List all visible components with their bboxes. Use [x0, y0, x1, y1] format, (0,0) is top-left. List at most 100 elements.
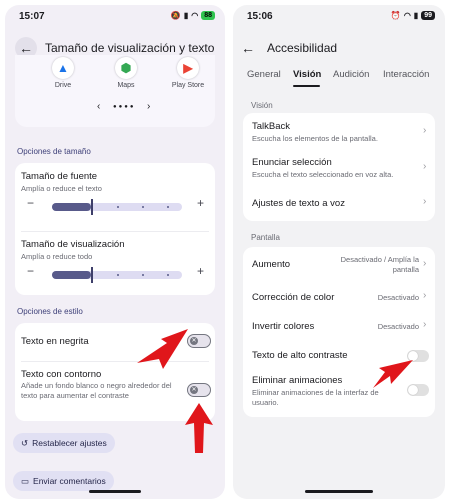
- slider-fill: [52, 203, 91, 211]
- play-store-icon: ▶: [177, 57, 199, 79]
- chevron-right-icon: ›: [423, 258, 427, 269]
- close-icon: ✕: [190, 337, 198, 345]
- status-time: 15:06: [247, 11, 273, 22]
- select-to-speak-subtitle: Escucha el texto seleccionado en voz alt…: [252, 170, 394, 179]
- slider-tick: [117, 206, 119, 208]
- outline-text-title: Texto con contorno: [21, 369, 102, 380]
- chevron-right-icon: ›: [423, 319, 427, 330]
- font-size-subtitle: Amplía o reduce el texto: [21, 184, 102, 193]
- screen-card: Aumento Desactivado / Amplía la pantalla…: [243, 247, 435, 417]
- send-feedback-button[interactable]: ▭ Enviar comentarios: [13, 471, 114, 491]
- invert-colors-item[interactable]: Invertir colores Desactivado ›: [243, 313, 435, 341]
- status-bar: 15:07 🔕 ▮ ◠ 88: [5, 5, 225, 27]
- bold-text-toggle[interactable]: ✕: [187, 334, 211, 348]
- slider-tick: [167, 206, 169, 208]
- reset-settings-label: Restablecer ajustes: [32, 438, 107, 448]
- tts-settings-item[interactable]: Ajustes de texto a voz ›: [243, 189, 435, 219]
- tab-vision[interactable]: Visión: [293, 69, 321, 80]
- magnification-item[interactable]: Aumento Desactivado / Amplía la pantalla…: [243, 247, 435, 281]
- chevron-right-icon: ›: [423, 196, 427, 207]
- red-arrow-annotation: [185, 403, 213, 453]
- mute-icon: 🔕: [170, 11, 181, 20]
- tab-interaction[interactable]: Interacción: [383, 69, 429, 80]
- send-feedback-label: Enviar comentarios: [33, 476, 106, 486]
- display-size-subtitle: Amplía o reduce todo: [21, 252, 93, 261]
- status-icons: 🔕 ▮ ◠ 88: [171, 11, 215, 20]
- drive-icon: ▲: [52, 57, 74, 79]
- close-icon: ✕: [190, 386, 198, 394]
- status-icons: ⏰ ◠ ▮ 99: [391, 11, 435, 20]
- vision-section-heading: Visión: [251, 101, 273, 110]
- tab-general[interactable]: General: [247, 69, 281, 80]
- slider-fill: [52, 271, 91, 279]
- signal-icon: ▮: [183, 11, 189, 20]
- invert-colors-title: Invertir colores: [252, 321, 315, 332]
- chevron-right-icon[interactable]: ›: [147, 101, 150, 112]
- battery-level: 99: [421, 11, 435, 20]
- font-size-title: Tamaño de fuente: [21, 171, 98, 182]
- slider-tick: [167, 274, 169, 276]
- outline-text-toggle[interactable]: ✕: [187, 383, 211, 397]
- plus-icon[interactable]: +: [197, 264, 204, 278]
- magnification-value: Desactivado / Amplía la pantalla: [340, 255, 419, 274]
- slider-tick: [142, 274, 144, 276]
- bold-text-title: Texto en negrita: [21, 336, 89, 347]
- page-title: Accesibilidad: [267, 41, 338, 55]
- slider-tick: [142, 206, 144, 208]
- page-title: Tamaño de visualización y texto: [45, 41, 215, 55]
- talkback-item[interactable]: TalkBack Escucha los elementos de la pan…: [243, 113, 435, 149]
- divider: [21, 231, 209, 232]
- select-to-speak-item[interactable]: Enunciar selección Escucha el texto sele…: [243, 151, 435, 187]
- app-label-play-store: Play Store: [171, 82, 205, 89]
- display-size-slider[interactable]: [52, 267, 182, 283]
- wifi-icon: ◠: [403, 11, 411, 20]
- minus-icon[interactable]: −: [27, 264, 34, 278]
- battery-level: 88: [201, 11, 215, 20]
- outline-text-subtitle: Añade un fondo blanco o negro alrededor …: [21, 381, 172, 400]
- color-correction-value: Desactivado: [377, 293, 419, 302]
- accessibility-settings-screen: 15:06 ⏰ ◠ ▮ 99 ← Accesibilidad General V…: [233, 5, 445, 499]
- active-tab-indicator: [293, 85, 320, 87]
- app-label-drive: Drive: [54, 82, 72, 89]
- minus-icon[interactable]: −: [27, 196, 34, 210]
- signal-icon: ▮: [413, 11, 419, 20]
- select-to-speak-title: Enunciar selección: [252, 157, 332, 168]
- invert-colors-value: Desactivado: [377, 322, 419, 331]
- reset-settings-button[interactable]: ↺ Restablecer ajustes: [13, 433, 115, 453]
- page-indicator: ●●●●: [113, 104, 136, 110]
- tts-settings-title: Ajustes de texto a voz: [252, 198, 345, 209]
- talkback-title: TalkBack: [252, 121, 291, 132]
- alarm-off-icon: ⏰: [390, 11, 401, 20]
- reset-icon: ↺: [21, 437, 29, 448]
- status-time: 15:07: [19, 11, 45, 22]
- chevron-right-icon: ›: [423, 161, 427, 172]
- app-label-maps: Maps: [117, 82, 135, 89]
- style-options-heading: Opciones de estilo: [17, 307, 83, 316]
- app-bar: ← Accesibilidad: [233, 35, 445, 61]
- chevron-right-icon: ›: [423, 125, 427, 136]
- size-options-card: Tamaño de fuente Amplía o reduce el text…: [15, 163, 215, 295]
- slider-thumb[interactable]: [91, 199, 93, 215]
- color-correction-title: Corrección de color: [252, 292, 335, 303]
- tab-hearing[interactable]: Audición: [333, 69, 369, 80]
- red-arrow-annotation: [373, 360, 413, 388]
- home-indicator: [305, 490, 373, 493]
- font-size-slider[interactable]: [52, 199, 182, 215]
- color-correction-item[interactable]: Corrección de color Desactivado ›: [243, 283, 435, 311]
- display-text-settings-screen: 15:07 🔕 ▮ ◠ 88 ← Tamaño de visualización…: [5, 5, 225, 499]
- wifi-icon: ◠: [191, 11, 199, 20]
- preview-card: ▲ Drive ⬢ Maps ▶ Play Store ‹ ●●●● ›: [15, 55, 215, 127]
- chevron-left-icon[interactable]: ‹: [97, 101, 100, 112]
- display-size-title: Tamaño de visualización: [21, 239, 125, 250]
- red-arrow-annotation: [137, 329, 188, 369]
- slider-tick: [117, 274, 119, 276]
- vision-card: TalkBack Escucha los elementos de la pan…: [243, 113, 435, 221]
- home-indicator: [89, 490, 141, 493]
- remove-animations-subtitle: Eliminar animaciones de la interfaz de u…: [252, 388, 379, 407]
- maps-icon: ⬢: [115, 57, 137, 79]
- back-arrow-icon[interactable]: ←: [237, 37, 259, 59]
- plus-icon[interactable]: +: [197, 196, 204, 210]
- chevron-right-icon: ›: [423, 290, 427, 301]
- size-options-heading: Opciones de tamaño: [17, 147, 91, 156]
- slider-thumb[interactable]: [91, 267, 93, 283]
